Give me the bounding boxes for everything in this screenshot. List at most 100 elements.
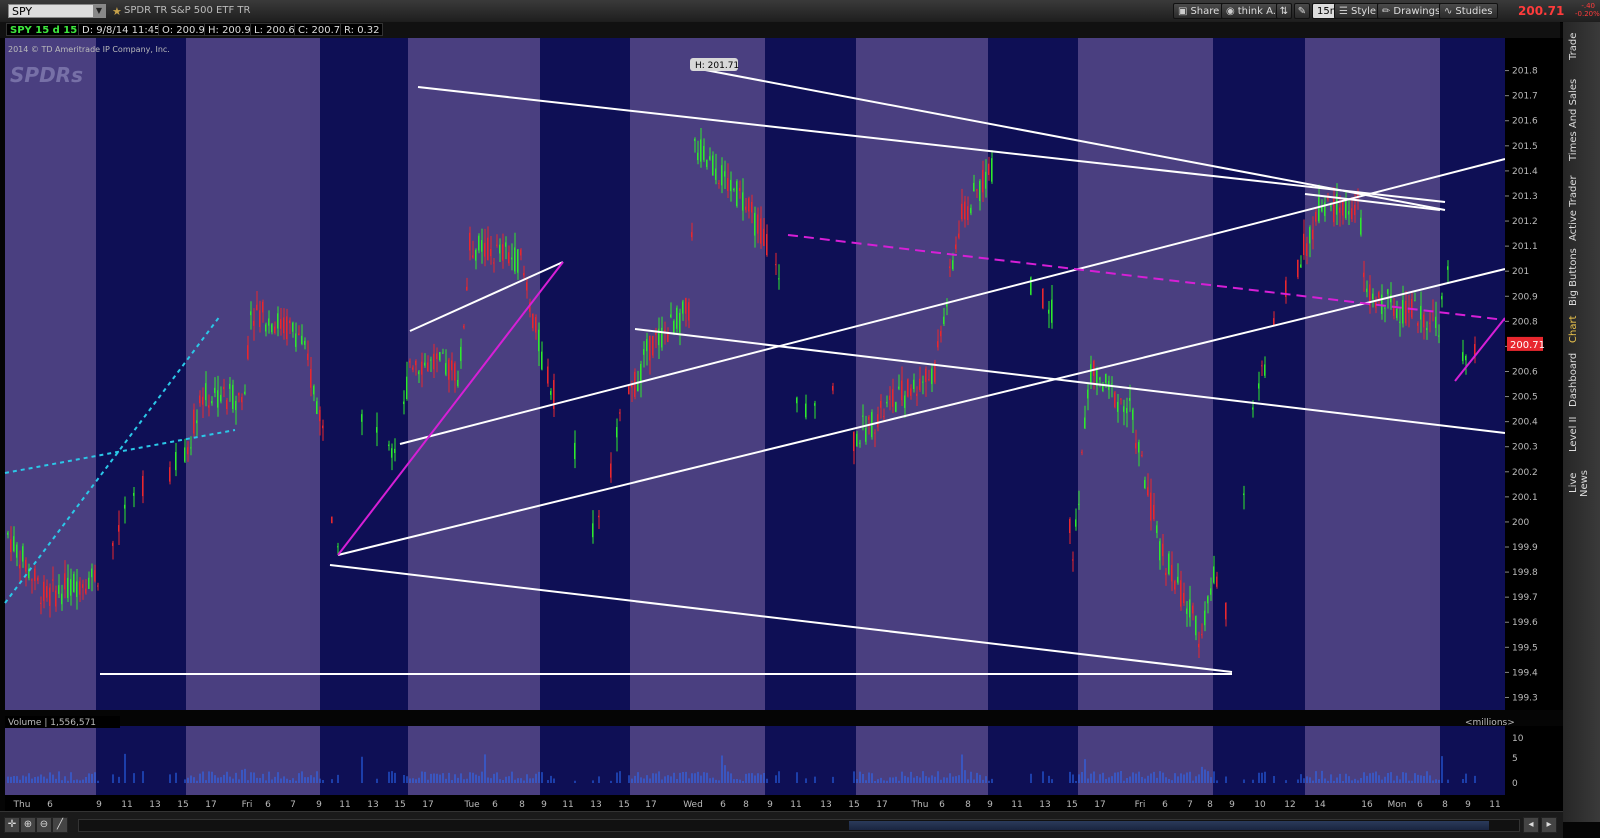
candle-body <box>196 420 198 424</box>
candle-body <box>643 349 645 355</box>
time-tick-label: 11 <box>1489 800 1500 810</box>
tab-live-news[interactable]: Live News <box>1568 458 1594 508</box>
settings-button[interactable]: ✎ <box>1294 3 1310 19</box>
drawings-button[interactable]: ✏ Drawings <box>1377 3 1446 19</box>
candle-body <box>709 156 711 160</box>
candle-body <box>973 183 975 192</box>
style-button[interactable]: ☰ Style <box>1334 3 1382 19</box>
candle-body <box>1162 543 1164 557</box>
price-tick-label: 200 <box>1512 518 1529 528</box>
toolbar: SPY ▼ ★ SPDR TR S&P 500 ETF TR ▣ Share ◉ th… <box>0 0 1600 23</box>
candle-body <box>337 546 339 548</box>
off-hours-band <box>1213 726 1305 795</box>
off-hours-band <box>1440 726 1505 795</box>
time-axis[interactable]: Thu 6 9 11 13 15 17 Fri 6 7 9 11 13 15 17 Tue 6 8 9 11 13 15 1… <box>5 795 1563 811</box>
time-tick-label: 15 <box>394 800 405 810</box>
candle-body <box>1081 451 1083 453</box>
candle-body <box>598 515 600 518</box>
tab-chart[interactable]: Chart <box>1568 314 1594 344</box>
candle-body <box>460 346 462 362</box>
candle-body <box>406 376 408 400</box>
candle-body <box>679 312 681 334</box>
tab-level-ii[interactable]: Level II <box>1568 416 1594 452</box>
candle-body <box>727 178 729 191</box>
candle-body <box>1132 409 1134 420</box>
time-tick-label: Thu <box>911 800 929 810</box>
tab-active-trader[interactable]: Active Trader <box>1568 174 1594 242</box>
flip-button[interactable]: ⇅ <box>1276 3 1292 19</box>
candle-body <box>40 602 42 604</box>
candle-body <box>646 339 648 352</box>
candle-body <box>517 249 519 273</box>
candle-body <box>691 232 693 238</box>
candle-body <box>1141 454 1143 456</box>
time-tick-label: 9 <box>541 800 547 810</box>
time-tick-label: 13 <box>149 800 160 810</box>
candle-body <box>730 179 732 192</box>
candle-body <box>499 244 501 254</box>
candle-body <box>1417 323 1419 326</box>
tab-times-and-sales[interactable]: Times And Sales <box>1568 72 1594 167</box>
candle-body <box>454 363 456 381</box>
price-tick-label: 199.4 <box>1512 668 1538 678</box>
candle-body <box>958 233 960 238</box>
candle-body <box>118 525 120 532</box>
tab-big-buttons[interactable]: Big Buttons <box>1568 248 1594 306</box>
tab-trade[interactable]: Trade <box>1568 26 1594 66</box>
candle-body <box>1114 392 1116 408</box>
star-icon[interactable]: ★ <box>112 5 122 18</box>
candle-body <box>1258 383 1260 389</box>
zoom-in-icon[interactable]: ⊕ <box>20 817 36 833</box>
pencil-icon: ✏ <box>1382 6 1391 17</box>
share-button[interactable]: ▣ Share <box>1173 3 1225 19</box>
candle-body <box>673 320 675 335</box>
chevron-down-icon[interactable]: ▼ <box>93 5 105 17</box>
candle-body <box>238 393 240 396</box>
price-tick-label: 199.5 <box>1512 643 1538 653</box>
scroll-right-icon[interactable]: ▸ <box>1541 817 1557 833</box>
time-scrollbar[interactable] <box>78 819 1520 832</box>
high-label: H: 201.71 <box>695 61 739 71</box>
time-tick-label: 11 <box>1011 800 1022 810</box>
candle-body <box>1111 383 1113 385</box>
candle-body <box>688 302 690 321</box>
candle-body <box>283 317 285 334</box>
crosshair-icon[interactable]: ✛ <box>4 817 20 833</box>
candle-body <box>1405 300 1407 324</box>
tab-dashboard[interactable]: Dashboard <box>1568 350 1594 410</box>
candle-body <box>754 212 756 236</box>
flip-icon: ⇅ <box>1279 6 1289 17</box>
drawing-tool-icon[interactable]: ╱ <box>52 817 68 833</box>
candle-body <box>574 442 576 460</box>
candle-body <box>37 577 39 581</box>
candle-body <box>1150 492 1152 521</box>
zoom-out-icon[interactable]: ⊖ <box>36 817 52 833</box>
candle-body <box>1204 610 1206 626</box>
volume-label: Volume | 1,556,571 <box>8 718 96 728</box>
studies-button[interactable]: ∿ Studies <box>1439 3 1498 19</box>
candle-body <box>748 198 750 212</box>
price-chart[interactable]: 2014 © TD Ameritrade IP Company, Inc. SP… <box>0 38 1563 811</box>
scroll-thumb[interactable] <box>849 821 1489 830</box>
candle-body <box>223 386 225 390</box>
candle-body <box>10 539 12 553</box>
candle-body <box>1360 217 1362 235</box>
scroll-left-icon[interactable]: ◂ <box>1523 817 1539 833</box>
candle-body <box>466 286 468 291</box>
candle-body <box>250 311 252 316</box>
candle-body <box>940 331 942 337</box>
time-tick-label: 13 <box>367 800 378 810</box>
candle-body <box>1123 406 1125 412</box>
time-tick-label: 8 <box>1442 800 1448 810</box>
candle-body <box>763 228 765 246</box>
time-tick-label: Tue <box>463 800 480 810</box>
candle-body <box>511 257 513 260</box>
price-tick-label: 200.3 <box>1512 443 1538 453</box>
symbol-input[interactable]: SPY ▼ <box>8 4 106 18</box>
info-bar: SPY 15 d 15m D: 9/8/14 11:45 AM O: 200.9… <box>0 22 1560 38</box>
candle-body <box>427 362 429 372</box>
price-tick-label: 200.1 <box>1512 493 1538 503</box>
price-axis[interactable]: 201.8 201.7 201.6 201.5 201.4 201.3 201.2 201.1… <box>1505 38 1563 710</box>
candle-body <box>193 409 195 434</box>
candle-body <box>1099 377 1101 380</box>
